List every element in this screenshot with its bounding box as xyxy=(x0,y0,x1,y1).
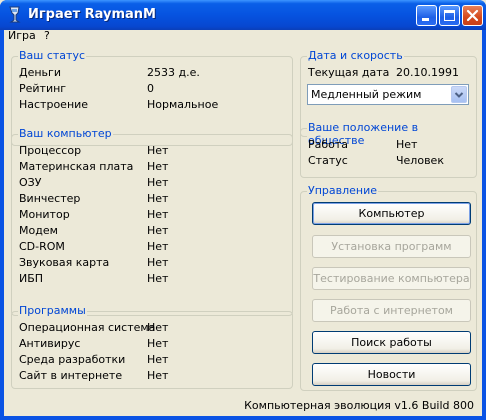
motherboard-label: Материнская плата xyxy=(19,160,134,173)
hdd-label: Винчестер xyxy=(19,192,81,205)
ups-value: Нет xyxy=(147,272,169,285)
internet-work-button[interactable]: Работа с интернетом xyxy=(312,299,471,322)
modem-label: Модем xyxy=(19,224,58,237)
rating-value: 0 xyxy=(147,82,154,95)
status-group-title: Ваш статус xyxy=(18,49,87,62)
monitor-label: Монитор xyxy=(19,208,70,221)
ram-label: ОЗУ xyxy=(19,176,42,189)
society-group: Ваше положение в обществе Работа Нет Ста… xyxy=(300,121,477,178)
sound-card-label: Звуковая карта xyxy=(19,256,110,269)
programs-group-title: Программы xyxy=(18,304,87,317)
os-value: Нет xyxy=(147,321,169,334)
antivirus-label: Антивирус xyxy=(19,337,81,350)
ide-value: Нет xyxy=(147,353,169,366)
social-status-value: Человек xyxy=(396,154,444,167)
ram-value: Нет xyxy=(147,176,169,189)
cdrom-label: CD-ROM xyxy=(19,240,65,253)
modem-value: Нет xyxy=(147,224,169,237)
programs-group: Программы Операционная система Нет Антив… xyxy=(11,304,293,389)
close-icon xyxy=(466,9,479,22)
menu-game[interactable]: Игра xyxy=(8,29,36,42)
version-status: Компьютерная эволюция v1.6 Build 800 xyxy=(244,399,474,412)
menu-help[interactable]: ? xyxy=(44,29,50,42)
website-value: Нет xyxy=(147,369,169,382)
antivirus-value: Нет xyxy=(147,337,169,350)
social-status-label: Статус xyxy=(308,154,348,167)
mood-label: Настроение xyxy=(19,98,89,111)
maximize-icon xyxy=(444,10,455,21)
website-label: Сайт в интернете xyxy=(19,369,123,382)
hdd-value: Нет xyxy=(147,192,169,205)
app-icon xyxy=(7,6,23,24)
app-window: Играет RaymanM Игра ? Ваш статус Деньги … xyxy=(0,0,486,420)
mood-value: Нормальное xyxy=(147,98,219,111)
job-value: Нет xyxy=(396,138,418,151)
window-title: Играет RaymanM xyxy=(28,7,156,22)
client-area: Игра ? Ваш статус Деньги 2533 д.е. Рейти… xyxy=(4,29,482,416)
test-computer-button[interactable]: Тестирование компьютера xyxy=(312,267,471,290)
install-programs-button[interactable]: Установка программ xyxy=(312,235,471,258)
sound-card-value: Нет xyxy=(147,256,169,269)
rating-label: Рейтинг xyxy=(19,82,67,95)
title-bar[interactable]: Играет RaymanM xyxy=(0,0,486,30)
news-button[interactable]: Новости xyxy=(312,363,471,386)
ide-label: Среда разработки xyxy=(19,353,126,366)
cpu-label: Процессор xyxy=(19,144,82,157)
minimize-button[interactable] xyxy=(416,5,437,26)
cpu-value: Нет xyxy=(147,144,169,157)
speed-select-value: Медленный режим xyxy=(311,88,422,101)
job-label: Работа xyxy=(308,138,349,151)
monitor-value: Нет xyxy=(147,208,169,221)
menu-bar: Игра ? xyxy=(4,29,482,43)
motherboard-value: Нет xyxy=(147,160,169,173)
date-speed-group-title: Дата и скорость xyxy=(307,49,404,62)
control-group-title: Управление xyxy=(307,184,379,197)
os-label: Операционная система xyxy=(19,321,156,334)
speed-select[interactable]: Медленный режим xyxy=(307,84,469,105)
current-date-label: Текущая дата xyxy=(308,66,390,79)
close-button[interactable] xyxy=(462,5,483,26)
money-label: Деньги xyxy=(19,66,61,79)
minimize-icon xyxy=(422,18,429,21)
computer-button[interactable]: Компьютер xyxy=(312,202,471,225)
control-group: Управление Компьютер Установка программ … xyxy=(300,184,477,391)
job-search-button[interactable]: Поиск работы xyxy=(312,331,471,354)
money-value: 2533 д.е. xyxy=(147,66,200,79)
computer-group-title: Ваш компьютер xyxy=(18,127,113,140)
chevron-down-icon xyxy=(454,92,464,98)
computer-group: Ваш компьютер Процессор Нет Материнская … xyxy=(11,127,293,316)
current-date-value: 20.10.1991 xyxy=(396,66,459,79)
ups-label: ИБП xyxy=(19,272,44,285)
cdrom-value: Нет xyxy=(147,240,169,253)
speed-select-dropdown[interactable] xyxy=(451,86,467,103)
maximize-button[interactable] xyxy=(439,5,460,26)
